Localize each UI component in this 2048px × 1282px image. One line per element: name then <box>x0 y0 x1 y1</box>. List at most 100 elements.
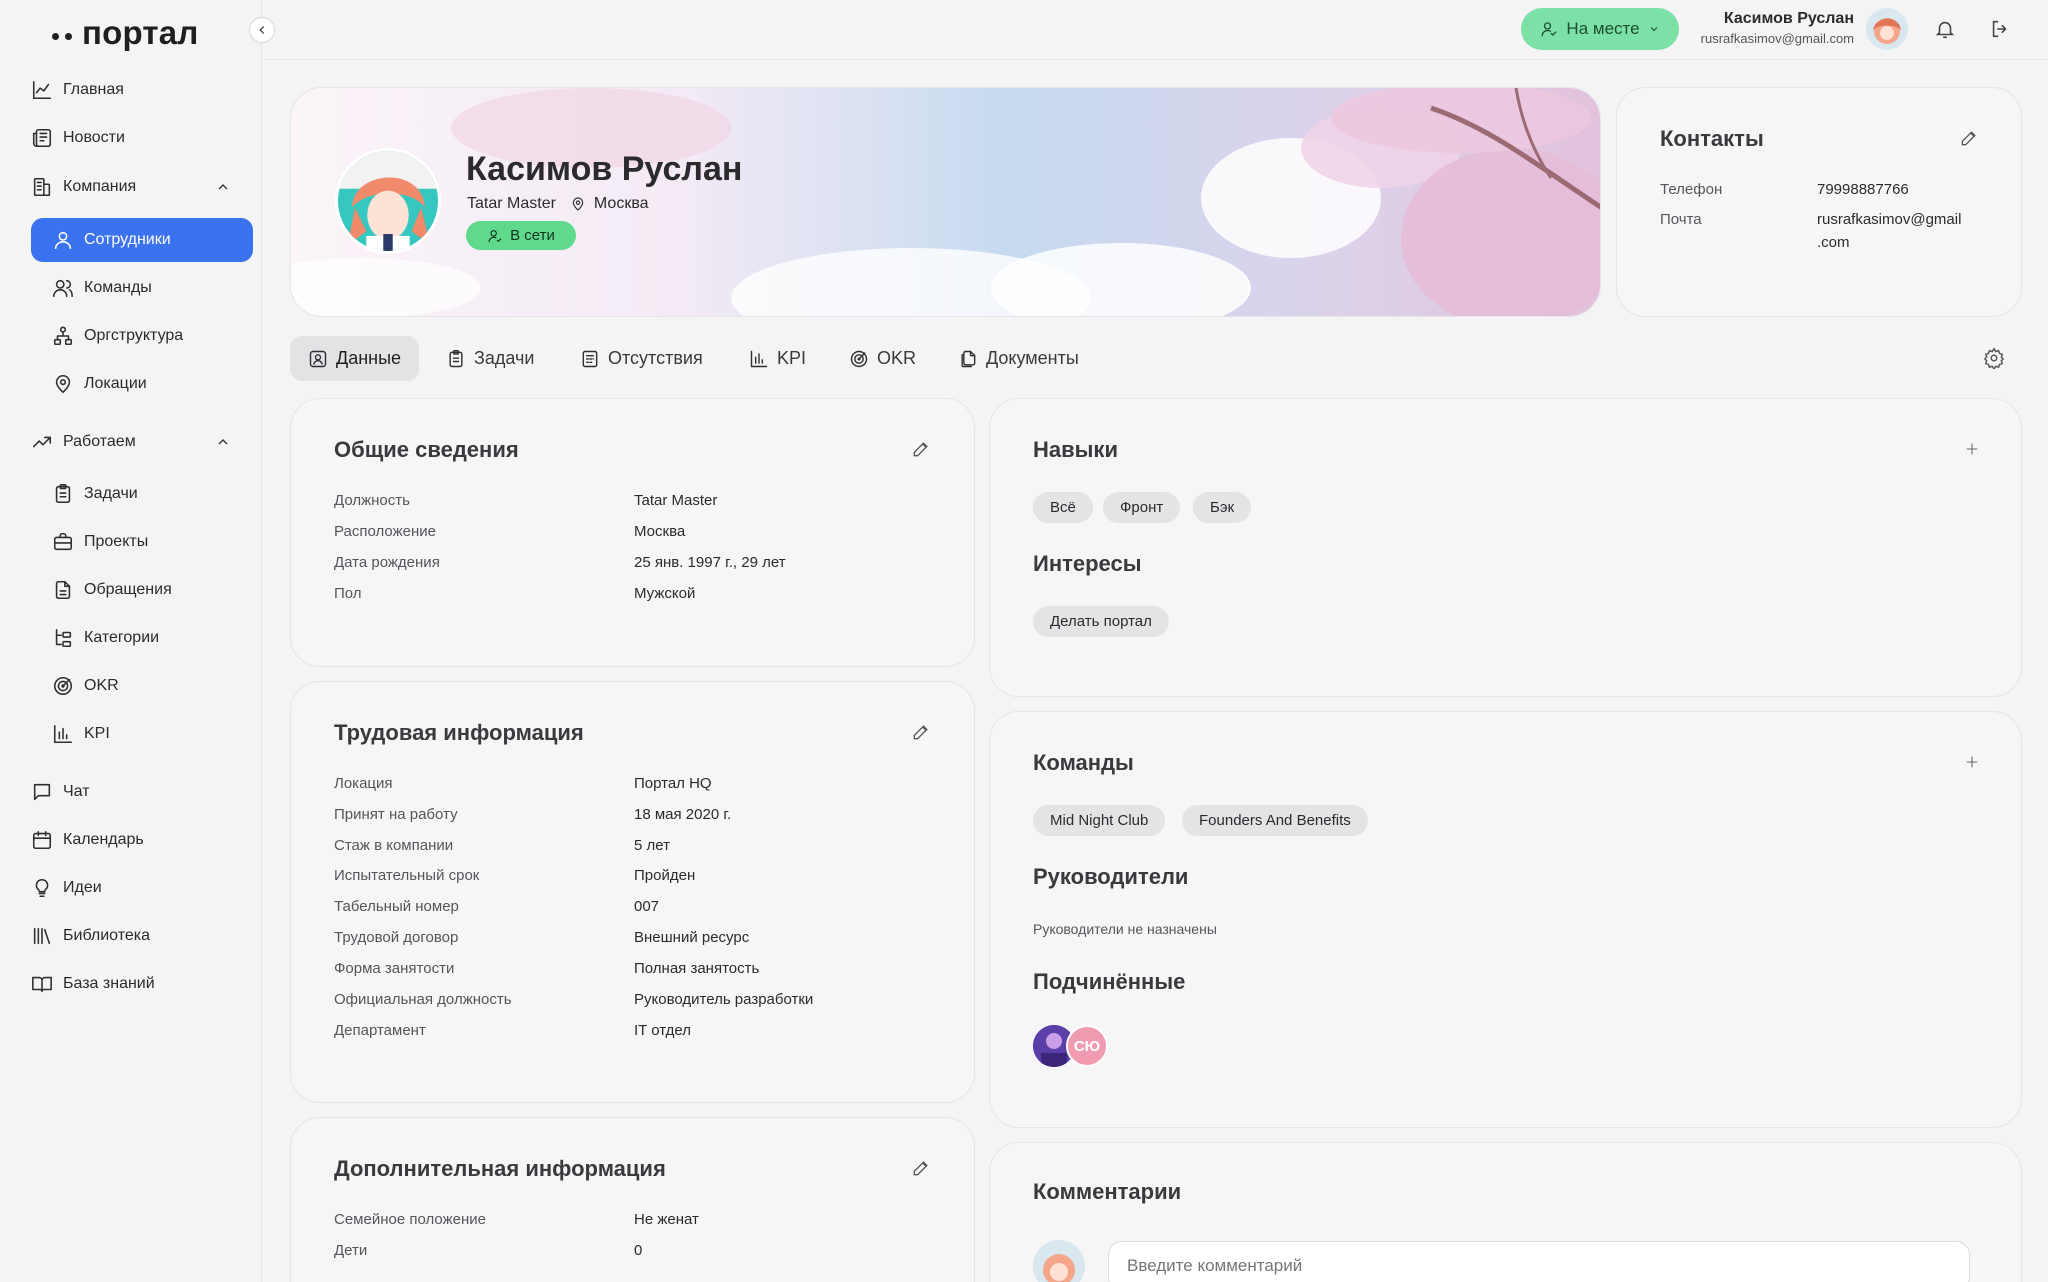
chevron-down-icon <box>1650 27 1657 32</box>
team-chip[interactable]: Mid Night Club <box>1033 805 1166 836</box>
sidebar-item-requests[interactable]: Обращения <box>31 568 253 612</box>
profile-name: Касимов Руслан <box>466 150 743 188</box>
sidebar-collapse-button[interactable] <box>249 17 275 43</box>
sidebar-item-label: Календарь <box>63 831 144 848</box>
info-label: Семейное положение <box>334 1211 486 1228</box>
chevron-up-icon[interactable] <box>215 179 231 195</box>
pencil-icon[interactable] <box>1959 128 1979 148</box>
work-info-title: Трудовая информация <box>334 720 584 745</box>
pencil-icon[interactable] <box>911 439 931 459</box>
sidebar-item-label: Оргструктура <box>84 327 184 344</box>
info-value: 007 <box>634 898 660 915</box>
sidebar-item-label: Сотрудники <box>84 231 171 248</box>
tab-documents[interactable]: Документы <box>940 336 1097 381</box>
calendar-grid-icon <box>582 350 598 367</box>
skill-chip[interactable]: Фронт <box>1103 492 1181 523</box>
comments-card: Комментарии <box>989 1142 2022 1282</box>
info-label: Департамент <box>334 1022 426 1039</box>
clipboard-icon <box>55 484 71 504</box>
sidebar-item-chat[interactable]: Чат <box>31 770 253 814</box>
current-user-name: Касимов Руслан <box>1723 10 1854 27</box>
sidebar-item-teams[interactable]: Команды <box>31 266 253 310</box>
sidebar-item-label: Идеи <box>63 879 102 896</box>
sidebar-item-label: Работаем <box>63 433 136 450</box>
sidebar-item-working[interactable]: Работаем <box>31 420 253 464</box>
interests-title: Интересы <box>1033 551 1142 576</box>
calendar-icon <box>32 830 52 850</box>
plus-icon[interactable] <box>1964 441 1980 457</box>
tab-data[interactable]: Данные <box>290 336 420 381</box>
book-icon <box>32 976 52 993</box>
sidebar-item-tasks[interactable]: Задачи <box>31 472 253 516</box>
plus-icon[interactable] <box>1964 754 1980 770</box>
additional-info-card: Дополнительная информация Семейное полож… <box>290 1117 975 1282</box>
avatar-image <box>1033 1240 1085 1282</box>
pencil-icon[interactable] <box>911 1158 931 1178</box>
info-label: Должность <box>334 492 410 509</box>
sidebar-item-company[interactable]: Компания <box>31 165 253 209</box>
tab-tasks[interactable]: Задачи <box>428 336 552 381</box>
subordinate-avatar[interactable]: СЮ <box>1066 1025 1108 1067</box>
sidebar-item-okr[interactable]: OKR <box>31 664 253 708</box>
sidebar-item-kpi[interactable]: KPI <box>31 712 253 756</box>
info-label: Расположение <box>334 523 436 540</box>
chevron-left-icon <box>259 26 265 34</box>
info-value: IT отдел <box>634 1022 691 1039</box>
map-pin-icon <box>55 374 71 394</box>
sidebar-item-label: Задачи <box>84 485 138 502</box>
presence-status-dropdown[interactable]: На месте <box>1521 8 1679 50</box>
tab-label: Отсутствия <box>608 348 703 368</box>
target-icon <box>53 676 73 696</box>
logo-dots-icon <box>52 32 72 40</box>
sidebar-item-locations[interactable]: Локации <box>31 362 253 406</box>
sidebar-item-library[interactable]: Библиотека <box>31 914 253 958</box>
sidebar-item-label: Чат <box>63 783 90 800</box>
briefcase-icon <box>53 532 73 551</box>
target-icon <box>850 350 868 367</box>
info-label: Локация <box>334 775 393 792</box>
sidebar-item-label: Проекты <box>84 533 149 550</box>
pencil-icon[interactable] <box>911 722 931 742</box>
library-icon <box>33 927 51 945</box>
tab-okr[interactable]: OKR <box>831 336 934 381</box>
contacts-email-value-cont[interactable]: .com <box>1817 234 1850 251</box>
chevron-up-icon[interactable] <box>215 434 231 450</box>
team-chip[interactable]: Founders And Benefits <box>1182 805 1368 836</box>
sidebar-item-calendar[interactable]: Календарь <box>31 818 253 862</box>
contacts-email-value[interactable]: rusrafkasimov@gmail <box>1817 211 1961 228</box>
profile-avatar[interactable] <box>335 148 441 254</box>
sidebar-item-home[interactable]: Главная <box>31 68 253 112</box>
logout-icon[interactable] <box>1989 18 2011 40</box>
clipboard-icon <box>449 349 463 367</box>
current-user[interactable]: Касимов Руслан rusrafkasimov@gmail.com <box>1690 10 1854 46</box>
tab-kpi[interactable]: KPI <box>731 336 824 381</box>
tab-label: Задачи <box>474 348 535 368</box>
teams-title: Команды <box>1033 750 1134 775</box>
info-label: Трудовой договор <box>334 929 459 946</box>
comment-input[interactable] <box>1108 1241 1970 1282</box>
sidebar-item-employees[interactable]: Сотрудники <box>31 218 253 262</box>
app-logo[interactable]: портал <box>52 14 199 52</box>
sidebar-item-news[interactable]: Новости <box>31 116 253 160</box>
bell-icon[interactable] <box>1934 18 1956 40</box>
skill-chip[interactable]: Бэк <box>1193 492 1252 523</box>
avatar[interactable] <box>1866 8 1908 50</box>
gear-icon[interactable] <box>1983 347 2005 369</box>
info-value: Внешний ресурс <box>634 929 750 946</box>
additional-info-title: Дополнительная информация <box>334 1156 666 1181</box>
sidebar-item-knowledge-base[interactable]: База знаний <box>31 962 253 1006</box>
sidebar-item-projects[interactable]: Проекты <box>31 520 253 564</box>
skills-title: Навыки <box>1033 437 1118 462</box>
sidebar-item-label: Компания <box>63 178 137 195</box>
interest-chip[interactable]: Делать портал <box>1033 606 1169 637</box>
skill-chip[interactable]: Всё <box>1033 492 1093 523</box>
sidebar-item-ideas[interactable]: Идеи <box>31 866 253 910</box>
sidebar-item-orgstructure[interactable]: Оргструктура <box>31 314 253 358</box>
sidebar-item-label: Новости <box>63 129 125 146</box>
tab-absences[interactable]: Отсутствия <box>562 336 721 381</box>
sidebar-item-categories[interactable]: Категории <box>31 616 253 660</box>
tree-icon <box>55 628 72 648</box>
contacts-phone-value[interactable]: 79998887766 <box>1817 181 1909 198</box>
chart-line-icon <box>32 80 52 100</box>
info-label: Пол <box>334 585 362 602</box>
